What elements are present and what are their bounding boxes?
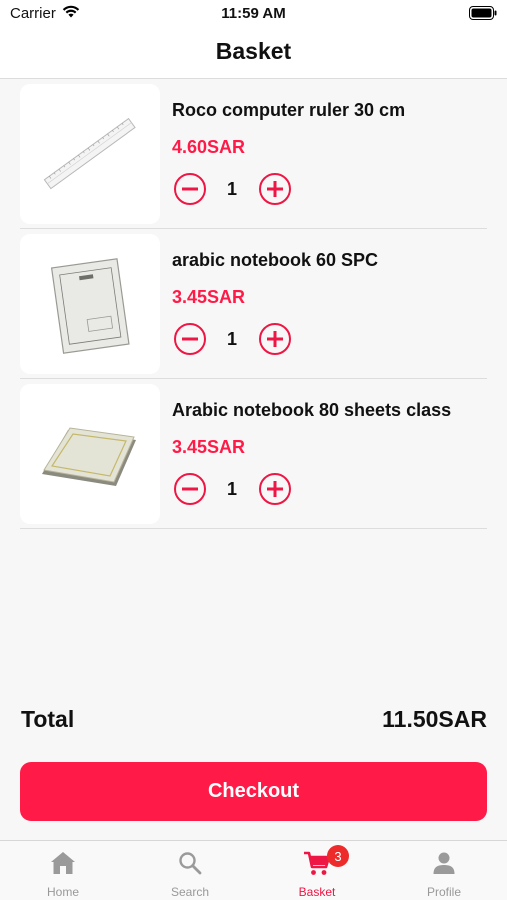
item-price: 3.45SAR [172,287,246,307]
item-name: arabic notebook 60 SPC [172,250,379,270]
total-label: Total [21,706,75,732]
quantity-value: 1 [226,179,237,199]
decrease-quantity-button[interactable] [174,473,206,505]
cart-count-badge: 3 [327,845,349,867]
item-name: Roco computer ruler 30 cm [172,100,406,120]
decrease-quantity-button[interactable] [174,323,206,355]
search-icon [127,851,253,875]
tab-home[interactable]: Home [0,841,126,900]
tab-label: Search [170,885,210,899]
home-icon [0,851,126,875]
increase-quantity-button[interactable] [259,473,291,505]
item-name: Arabic notebook 80 sheets class [172,400,452,420]
page-title: Basket [215,38,292,64]
ruler-image [20,84,160,224]
tab-label: Profile [426,885,461,899]
checkout-button[interactable]: Checkout [20,762,487,821]
tab-profile[interactable]: Profile [381,841,507,900]
total-value: 11.50SAR [382,706,487,732]
minus-circle-icon [182,187,198,191]
item-price: 4.60SAR [172,137,246,157]
increase-quantity-button[interactable] [259,173,291,205]
plus-circle-icon [267,331,283,347]
minus-circle-icon [182,487,198,491]
plus-circle-icon [267,481,283,497]
decrease-quantity-button[interactable] [174,173,206,205]
status-bar: Carrier 11:59 AM [0,0,507,28]
quantity-value: 1 [226,329,237,349]
tab-bar: Home Search 3 Basket Profile [0,840,507,900]
status-time: 11:59 AM [221,5,286,22]
tab-label: Basket [298,885,336,899]
notebook-image [20,234,160,374]
person-icon [381,851,507,875]
plus-circle-icon [267,181,283,197]
tab-search[interactable]: Search [127,841,253,900]
battery-icon [469,6,497,24]
nav-header: Basket [0,28,507,79]
basket-item: Arabic notebook 80 sheets class 3.45SAR … [20,379,487,529]
cart-icon [254,851,380,877]
item-price: 3.45SAR [172,437,246,457]
tab-basket[interactable]: 3 Basket [254,841,380,900]
tab-label: Home [46,885,79,899]
increase-quantity-button[interactable] [259,323,291,355]
quantity-value: 1 [226,479,237,499]
basket-item: Roco computer ruler 30 cm 4.60SAR 1 [20,79,487,229]
notebook-image [20,384,160,524]
minus-circle-icon [182,337,198,341]
basket-item: arabic notebook 60 SPC 3.45SAR 1 [20,229,487,379]
